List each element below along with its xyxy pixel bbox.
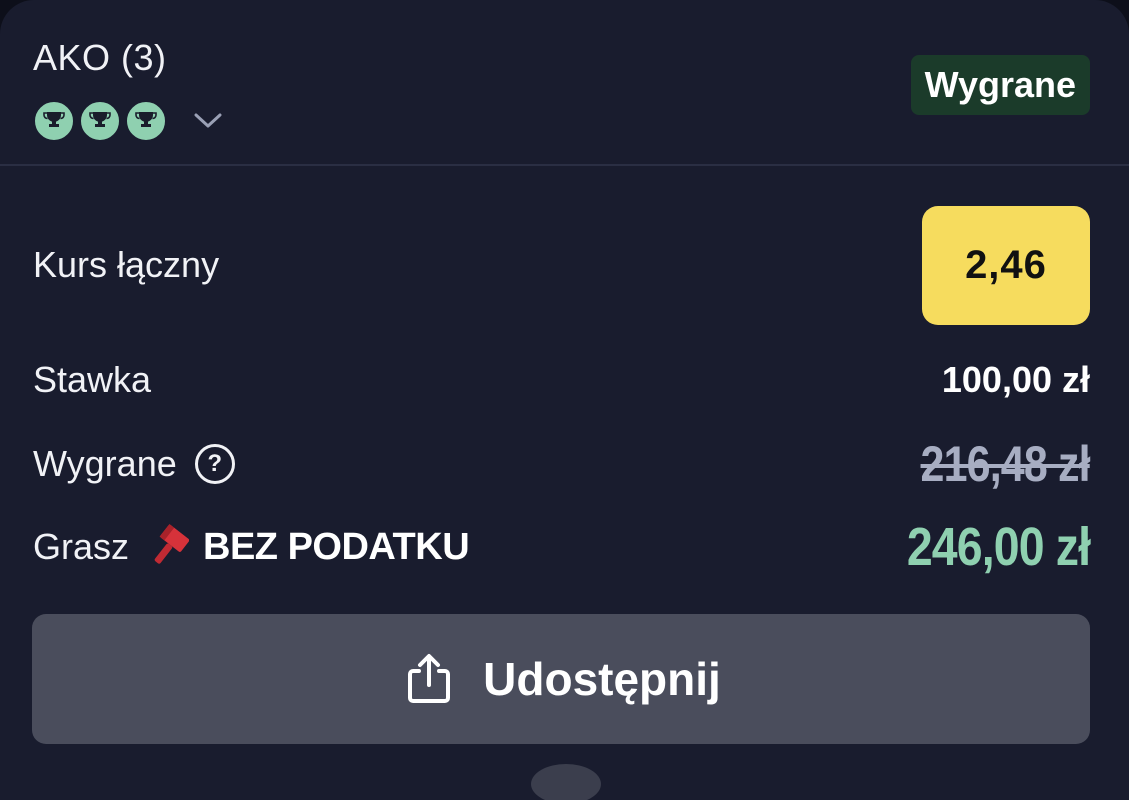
share-button[interactable]: Udostępnij	[32, 614, 1090, 744]
winnings-row: Wygrane ? 216,48 zł	[33, 435, 1091, 493]
promo-label-group: Grasz BEZ PODATKU	[33, 523, 470, 571]
trophy-icon	[33, 100, 75, 142]
winnings-label-group: Wygrane ?	[33, 443, 235, 485]
bet-type-title: AKO (3)	[33, 37, 167, 78]
odds-value: 2,46	[922, 205, 1090, 325]
share-label: Udostępnij	[483, 653, 721, 705]
trophy-icon	[125, 100, 167, 142]
promo-name: BEZ PODATKU	[203, 525, 470, 568]
share-icon	[401, 651, 457, 707]
promo-winnings-value: 246,00 zł	[906, 517, 1091, 577]
stake-row: Stawka 100,00 zł	[33, 355, 1090, 405]
stake-value: 100,00 zł	[941, 359, 1090, 400]
chevron-down-icon[interactable]	[191, 104, 225, 138]
help-icon[interactable]: ?	[194, 444, 235, 484]
winnings-label: Wygrane	[33, 443, 177, 484]
winnings-original-value: 216,48 zł	[920, 436, 1091, 492]
odds-label: Kurs łączny	[33, 244, 220, 285]
status-badge: Wygrane	[910, 55, 1090, 115]
promo-prefix: Grasz	[33, 526, 130, 567]
bet-header: AKO (3) Wygrane	[0, 0, 1129, 166]
selections-row[interactable]	[33, 100, 225, 142]
bet-slip-card: AKO (3) Wygrane Kurs łączny 2,46 Stawka …	[0, 0, 1129, 800]
scroll-handle[interactable]	[531, 764, 601, 800]
trophy-icon	[79, 100, 121, 142]
odds-row: Kurs łączny 2,46	[33, 205, 1090, 325]
stake-label: Stawka	[33, 359, 152, 400]
promo-row: Grasz BEZ PODATKU 246,00 zł	[33, 515, 1091, 579]
hammer-icon	[147, 523, 190, 571]
